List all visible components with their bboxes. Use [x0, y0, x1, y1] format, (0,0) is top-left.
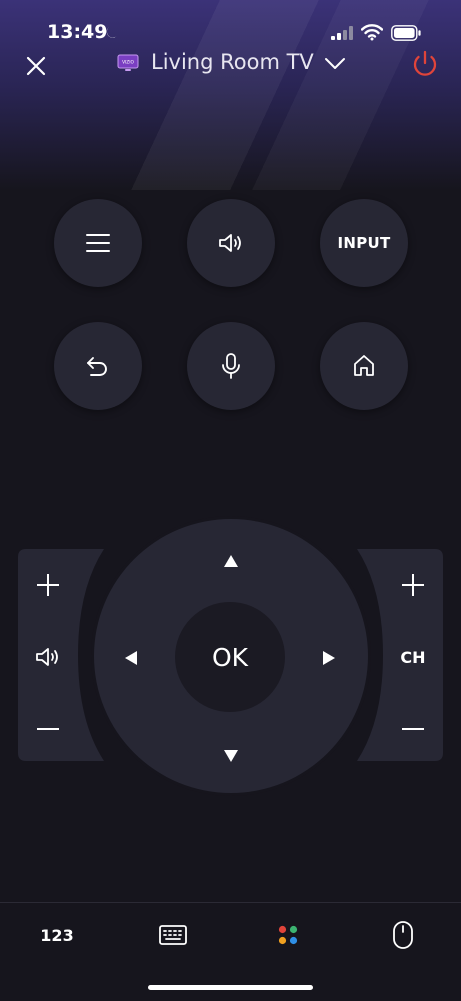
- back-button[interactable]: [54, 322, 142, 410]
- close-icon[interactable]: [22, 52, 50, 80]
- input-button[interactable]: INPUT: [320, 199, 408, 287]
- microphone-icon: [222, 353, 240, 379]
- speaker-icon: [36, 648, 58, 666]
- volume-label: [18, 637, 78, 677]
- plus-icon: [37, 574, 59, 596]
- dpad-left-button[interactable]: [109, 636, 153, 680]
- triangle-left-icon: [125, 651, 137, 665]
- speaker-icon: [219, 234, 241, 252]
- chevron-down-icon[interactable]: [324, 54, 346, 72]
- mouse-tab[interactable]: [373, 913, 433, 957]
- channel-label: CH: [400, 647, 426, 667]
- volume-up-button[interactable]: [18, 557, 78, 613]
- keyboard-tab[interactable]: [143, 913, 203, 957]
- minus-icon: [402, 728, 424, 730]
- triangle-up-icon: [224, 555, 238, 567]
- channel-down-button[interactable]: [383, 701, 443, 757]
- triangle-right-icon: [323, 651, 335, 665]
- ok-button[interactable]: OK: [175, 602, 285, 712]
- dpad-right-button[interactable]: [307, 636, 351, 680]
- color-dots-icon: [278, 925, 298, 945]
- moon-icon: [106, 26, 117, 38]
- sound-button[interactable]: [187, 199, 275, 287]
- numpad-label: 123: [40, 925, 74, 945]
- triangle-down-icon: [224, 750, 238, 762]
- plus-icon: [402, 574, 424, 596]
- cellular-signal-icon: [331, 26, 353, 40]
- wifi-icon: [361, 24, 383, 41]
- input-label: INPUT: [337, 234, 391, 252]
- menu-button[interactable]: [54, 199, 142, 287]
- keyboard-icon: [159, 925, 187, 945]
- channel-up-button[interactable]: [383, 557, 443, 613]
- dpad-up-button[interactable]: [209, 539, 253, 583]
- home-indicator[interactable]: [148, 985, 313, 990]
- menu-icon: [86, 234, 110, 252]
- minus-icon: [37, 728, 59, 730]
- numpad-tab[interactable]: 123: [27, 913, 87, 957]
- battery-icon: [391, 25, 421, 41]
- home-button[interactable]: [320, 322, 408, 410]
- tv-badge-text: VIZIO: [122, 60, 134, 66]
- dpad-down-button[interactable]: [209, 734, 253, 778]
- remote-header: VIZIO Living Room TV: [0, 40, 461, 90]
- device-name[interactable]: Living Room TV: [151, 50, 314, 74]
- home-icon: [354, 355, 374, 376]
- mouse-icon: [393, 921, 413, 949]
- tv-icon: VIZIO: [117, 54, 139, 71]
- power-button[interactable]: [409, 48, 441, 80]
- color-buttons-tab[interactable]: [258, 913, 318, 957]
- back-arrow-icon: [87, 357, 107, 376]
- volume-down-button[interactable]: [18, 701, 78, 757]
- voice-button[interactable]: [187, 322, 275, 410]
